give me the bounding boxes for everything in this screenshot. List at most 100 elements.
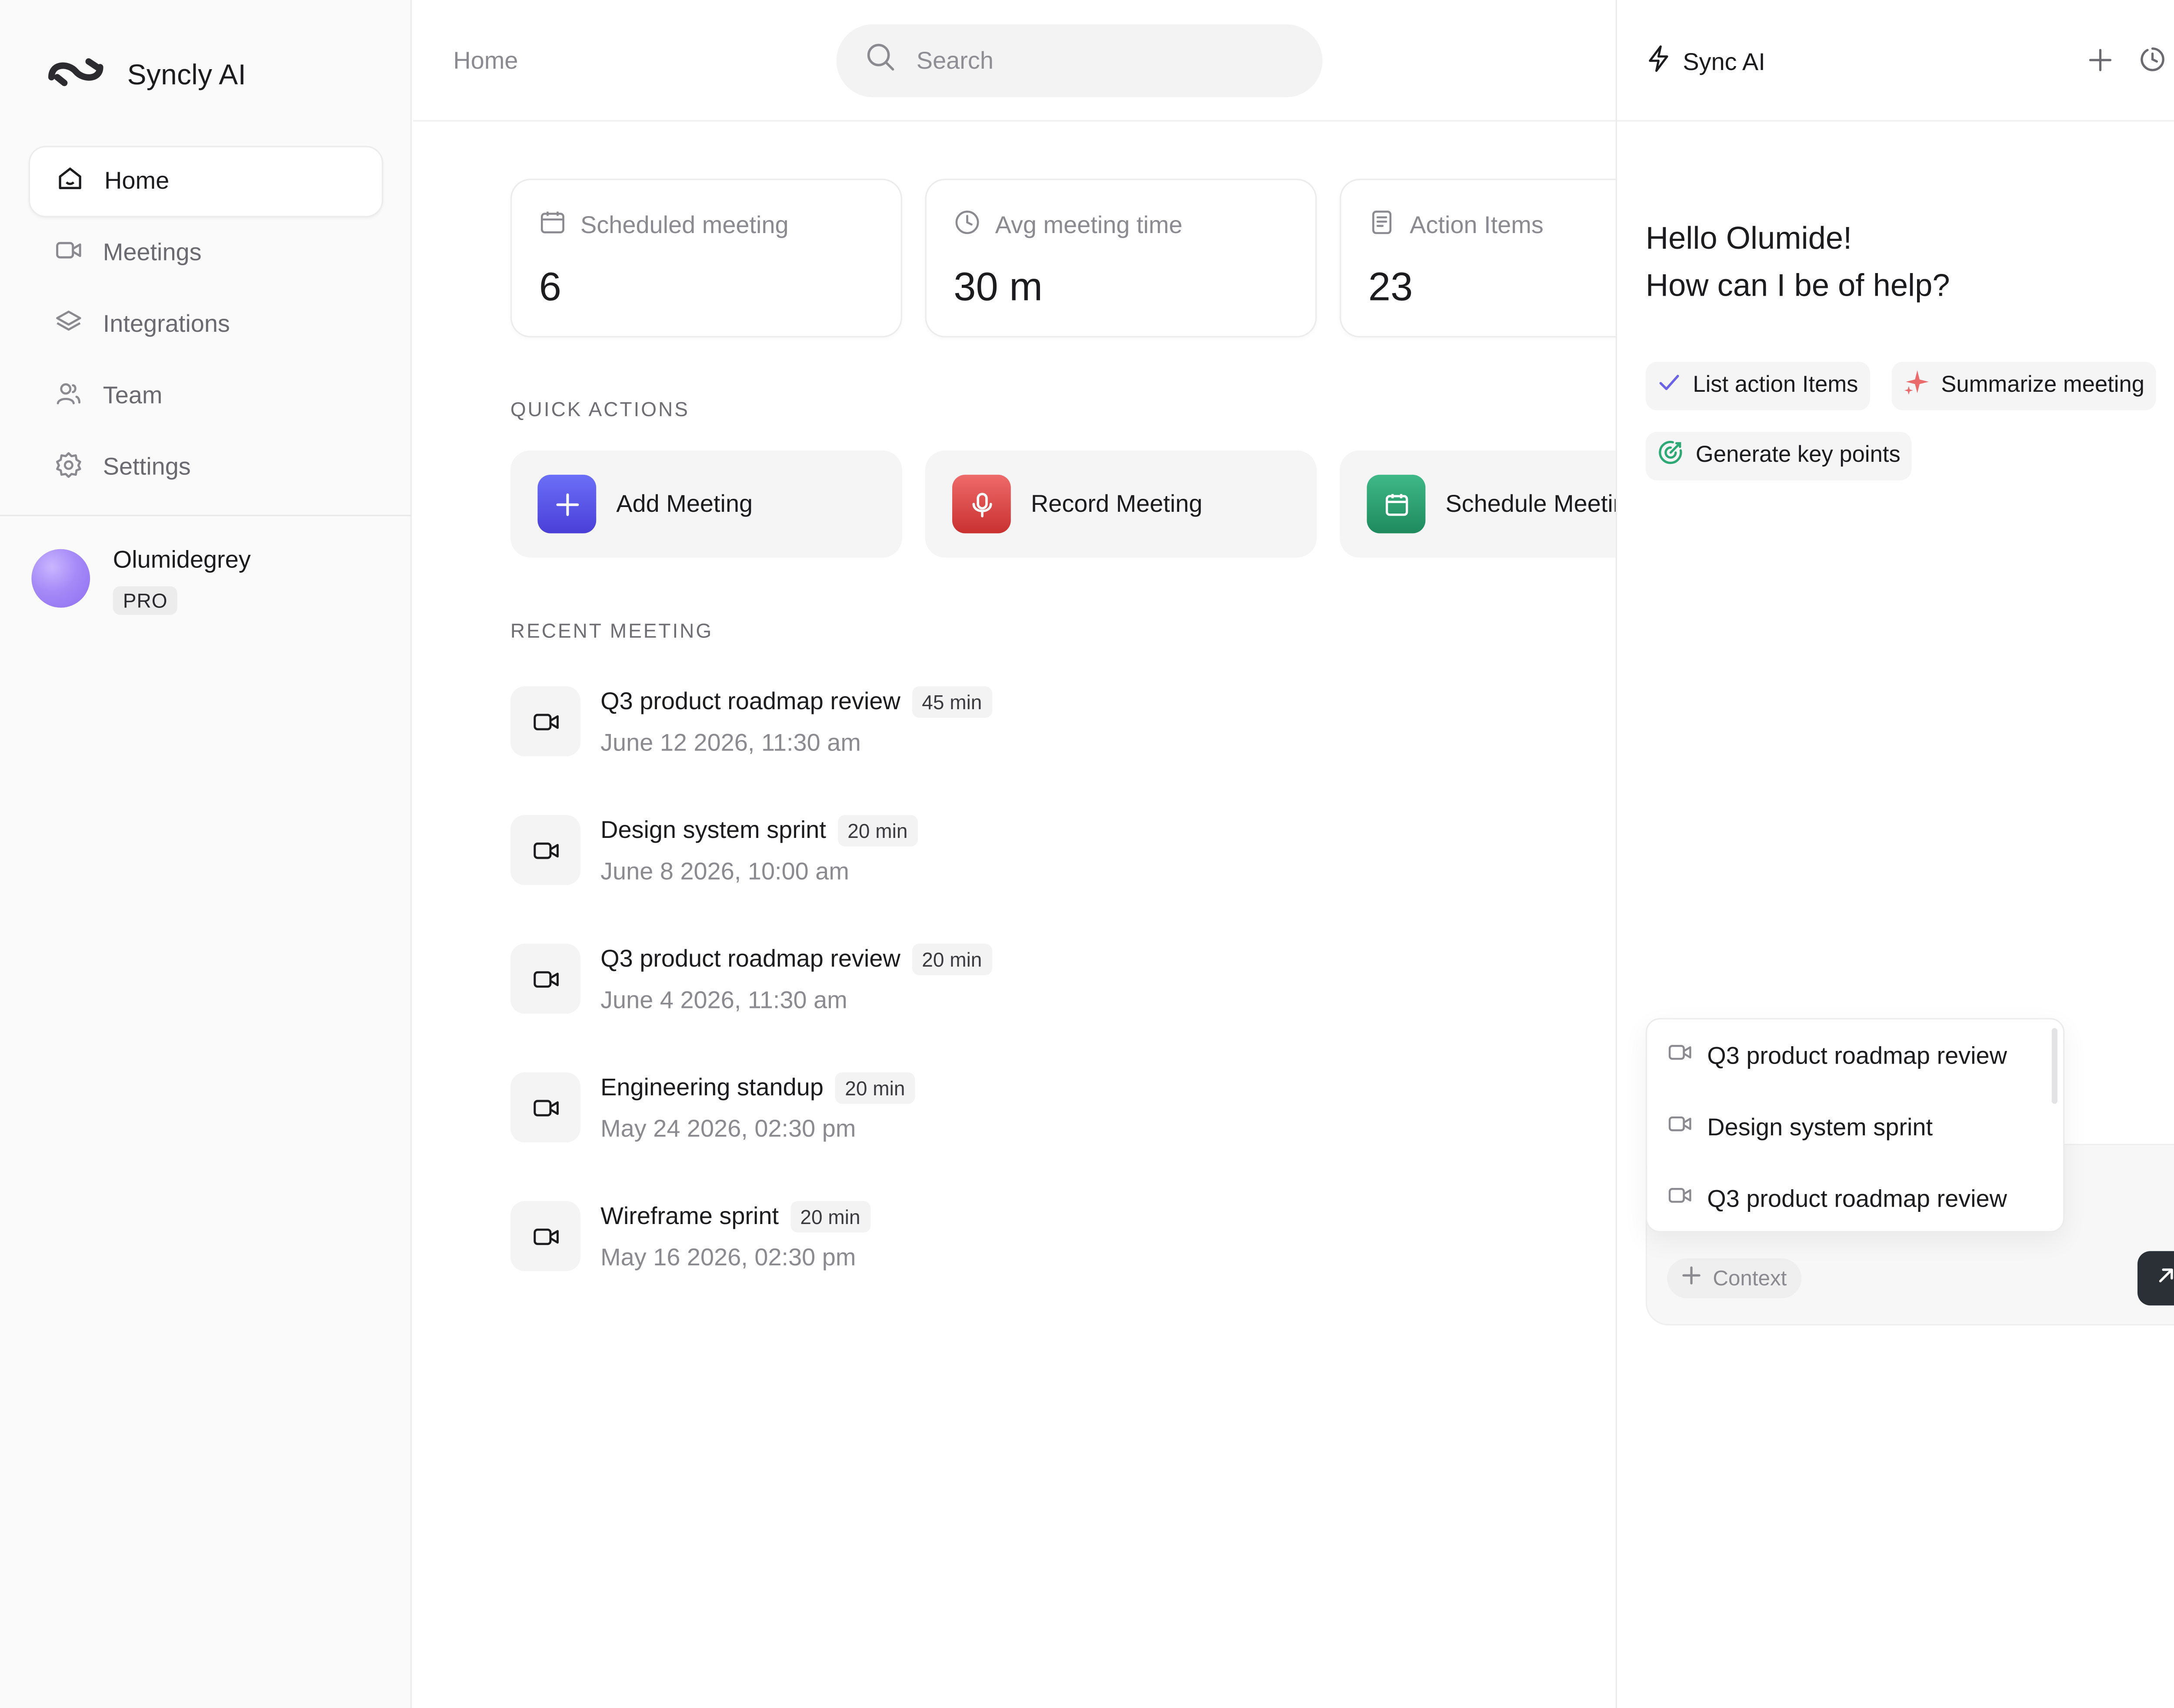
list-item[interactable]: Q3 product roadmap review 45 min June 12…	[510, 681, 992, 809]
meeting-title: Q3 product roadmap review	[600, 945, 900, 973]
video-icon	[510, 944, 581, 1014]
greeting-line: Hello Olumide!	[1645, 220, 1852, 256]
recent-meetings-list: Q3 product roadmap review 45 min June 12…	[510, 681, 992, 1324]
document-icon	[1368, 209, 1395, 243]
video-icon	[1667, 1182, 1693, 1215]
app-name: Syncly AI	[127, 59, 247, 91]
context-option[interactable]: Q3 product roadmap review	[1667, 1040, 2007, 1073]
add-meeting-button[interactable]: Add Meeting	[510, 450, 902, 558]
breadcrumb: Home	[453, 47, 518, 74]
new-chat-button[interactable]	[2087, 47, 2113, 80]
quick-actions-title: QUICK ACTIONS	[510, 397, 690, 420]
stat-card-action-items: Action Items 23	[1340, 179, 1616, 338]
stat-card-scheduled: Scheduled meeting 6	[510, 179, 902, 338]
sidebar-item-label: Team	[103, 381, 163, 409]
search-placeholder: Search	[916, 46, 994, 74]
context-option[interactable]: Design system sprint	[1667, 1111, 1933, 1144]
user-profile[interactable]: Olumidegrey PRO	[31, 544, 251, 615]
clock-icon	[954, 209, 980, 243]
context-option[interactable]: Q3 product roadmap review	[1667, 1182, 2007, 1215]
greeting-line: How can I be of help?	[1645, 267, 1950, 304]
user-name: Olumidegrey	[113, 546, 251, 574]
list-item[interactable]: Engineering standup 20 min May 24 2026, …	[510, 1067, 992, 1195]
meeting-date: June 12 2026, 11:30 am	[600, 729, 861, 757]
meeting-title: Engineering standup	[600, 1074, 824, 1101]
chip-label: Generate key points	[1695, 443, 1901, 468]
lightning-icon	[1646, 44, 1671, 80]
action-label: Add Meeting	[616, 490, 753, 517]
plan-badge: PRO	[113, 586, 178, 615]
add-context-button[interactable]: Context	[1667, 1258, 1801, 1298]
plus-icon	[1681, 1265, 1701, 1291]
sidebar-item-meetings[interactable]: Meetings	[29, 217, 383, 289]
suggestion-chips: List action Items Summarize meeting Gene…	[1645, 361, 2174, 480]
search-input[interactable]: Search	[836, 24, 1323, 97]
sidebar-item-home[interactable]: Home	[28, 146, 383, 217]
duration-badge: 20 min	[912, 944, 992, 975]
gear-icon	[54, 450, 83, 485]
app-canvas: Syncly AI Home Meetings Integrations Tea…	[0, 0, 2174, 1708]
video-icon	[510, 686, 581, 757]
stat-label: Scheduled meeting	[580, 211, 789, 239]
calendar-icon	[1367, 474, 1426, 534]
plus-icon	[2089, 48, 2112, 71]
meeting-title: Design system sprint	[600, 816, 826, 844]
microphone-icon	[952, 474, 1011, 534]
stats-row: Scheduled meeting 6 Avg meeting time 30 …	[510, 179, 1616, 338]
context-option-label: Design system sprint	[1707, 1113, 1933, 1141]
brand[interactable]: Syncly AI	[46, 51, 246, 100]
main-content: Home Search Scheduled meeting 6 Avg meet…	[413, 0, 1616, 1708]
sidebar-item-team[interactable]: Team	[29, 360, 383, 432]
duration-badge: 20 min	[835, 1072, 915, 1104]
assistant-header: Sync AI	[1617, 0, 2174, 122]
duration-badge: 45 min	[912, 686, 992, 718]
suggestion-summarize-meeting[interactable]: Summarize meeting	[1891, 361, 2156, 410]
list-item[interactable]: Q3 product roadmap review 20 min June 4 …	[510, 938, 992, 1067]
meeting-title: Q3 product roadmap review	[600, 687, 900, 715]
video-icon	[510, 815, 581, 885]
users-icon	[54, 378, 83, 414]
search-icon	[865, 41, 896, 80]
video-icon	[1667, 1111, 1693, 1144]
sidebar-item-label: Integrations	[103, 310, 230, 338]
dropdown-scrollbar[interactable]	[2051, 1028, 2057, 1104]
sparkle-icon	[1902, 369, 1929, 403]
topbar: Home Search	[413, 0, 1616, 122]
stat-card-avg-time: Avg meeting time 30 m	[925, 179, 1317, 338]
quick-actions: Add Meeting Record Meeting Schedule Meet…	[510, 450, 1616, 558]
home-icon	[56, 164, 84, 200]
duration-badge: 20 min	[790, 1201, 870, 1233]
history-button[interactable]	[2139, 46, 2166, 80]
recent-meetings-title: RECENT MEETING	[510, 619, 714, 642]
logo-icon	[46, 51, 107, 100]
avatar	[31, 549, 90, 608]
sidebar-item-label: Home	[104, 167, 170, 195]
meeting-date: May 16 2026, 02:30 pm	[600, 1244, 856, 1271]
list-item[interactable]: Wireframe sprint 20 min May 16 2026, 02:…	[510, 1195, 992, 1324]
meeting-date: June 8 2026, 10:00 am	[600, 857, 849, 885]
suggestion-generate-key-points[interactable]: Generate key points	[1645, 432, 1912, 480]
video-icon	[510, 1201, 581, 1271]
send-button[interactable]	[2137, 1251, 2174, 1306]
video-icon	[54, 235, 83, 271]
meeting-title: Wireframe sprint	[600, 1202, 779, 1230]
sidebar-item-label: Settings	[103, 453, 191, 480]
suggestion-list-action-items[interactable]: List action Items	[1645, 361, 1870, 410]
history-icon	[2141, 47, 2164, 71]
sidebar-item-settings[interactable]: Settings	[29, 432, 383, 503]
stat-value: 30 m	[954, 264, 1043, 309]
calendar-icon	[539, 209, 566, 243]
duration-badge: 20 min	[837, 815, 918, 847]
schedule-meeting-button[interactable]: Schedule Meeting	[1340, 450, 1616, 558]
context-label: Context	[1713, 1266, 1787, 1291]
sidebar-item-integrations[interactable]: Integrations	[29, 289, 383, 360]
arrow-up-right-icon	[2154, 1263, 2174, 1293]
record-meeting-button[interactable]: Record Meeting	[925, 450, 1317, 558]
chip-label: List action Items	[1693, 373, 1858, 398]
list-item[interactable]: Design system sprint 20 min June 8 2026,…	[510, 809, 992, 938]
plus-icon	[537, 474, 597, 534]
check-icon	[1657, 370, 1681, 402]
stat-label: Avg meeting time	[995, 211, 1183, 239]
context-dropdown: Q3 product roadmap review Design system …	[1645, 1018, 2065, 1233]
meeting-date: May 24 2026, 02:30 pm	[600, 1115, 856, 1143]
